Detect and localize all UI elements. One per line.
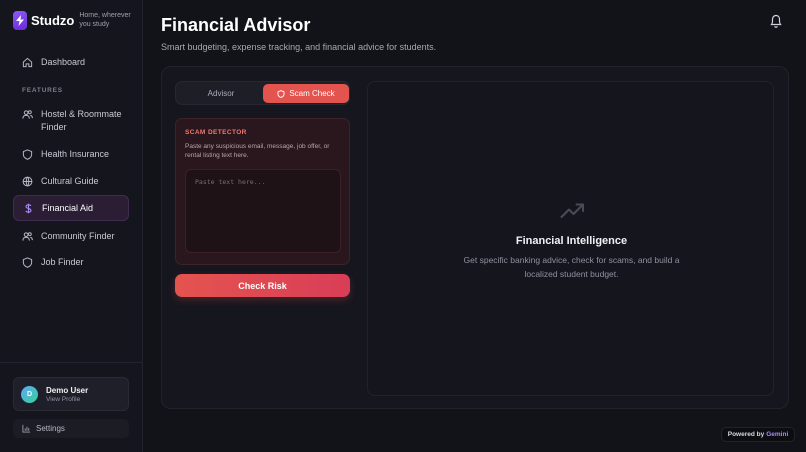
sidebar-item-label: Dashboard	[41, 57, 86, 67]
brand-name: Studzo	[31, 13, 75, 28]
sidebar: Studzo Home, wherever you study Dashboar…	[0, 0, 143, 452]
home-icon	[22, 57, 33, 68]
sidebar-item-label: Job Finder	[41, 257, 84, 267]
financial-intelligence-panel: Financial Intelligence Get specific bank…	[367, 81, 774, 396]
sidebar-item-label: Financial Aid	[42, 203, 94, 213]
brand-tagline: Home, wherever you study	[79, 12, 131, 28]
shield-icon	[22, 148, 33, 160]
settings-label: Settings	[36, 424, 65, 433]
globe-icon	[22, 176, 33, 187]
tab-scam-check[interactable]: Scam Check	[263, 84, 349, 103]
powered-by-badge: Powered by Gemini	[721, 427, 795, 442]
users-icon	[22, 109, 33, 120]
intelligence-description: Get specific banking advice, check for s…	[463, 255, 680, 279]
tab-label: Advisor	[207, 89, 235, 98]
lightning-icon	[13, 11, 27, 30]
sidebar-item-job-finder[interactable]: Job Finder	[13, 249, 129, 275]
powered-brand: Gemini	[766, 431, 789, 438]
settings-button[interactable]: Settings	[13, 419, 129, 438]
sidebar-item-community-finder[interactable]: Community Finder	[13, 223, 129, 249]
shield-icon	[277, 89, 285, 98]
page-title: Financial Advisor	[161, 15, 311, 35]
sidebar-item-label: Community Finder	[41, 231, 115, 241]
trending-up-icon	[560, 202, 585, 219]
sidebar-item-label: Cultural Guide	[41, 176, 99, 186]
tab-advisor[interactable]: Advisor	[178, 84, 264, 103]
tab-label: Scam Check	[289, 89, 335, 98]
bar-chart-icon	[22, 424, 31, 433]
users-icon	[22, 231, 33, 242]
sidebar-item-hostel[interactable]: Hostel & Roommate Finder	[13, 106, 129, 136]
user-name: Demo User	[46, 385, 89, 395]
shield-icon	[22, 256, 33, 268]
user-profile-card[interactable]: D Demo User View Profile	[13, 377, 129, 411]
sidebar-item-label: Health Insurance	[41, 149, 110, 159]
scam-text-input[interactable]	[185, 169, 341, 253]
brand[interactable]: Studzo Home, wherever you study	[13, 11, 141, 30]
check-risk-button[interactable]: Check Risk	[175, 274, 350, 297]
section-label-features: FEATURES	[22, 87, 63, 94]
tab-bar: Advisor Scam Check	[175, 81, 350, 105]
sidebar-item-financial-aid[interactable]: Financial Aid	[13, 195, 129, 221]
sidebar-item-dashboard[interactable]: Dashboard	[13, 49, 129, 75]
powered-prefix: Powered by	[727, 431, 765, 438]
intelligence-title: Financial Intelligence	[515, 235, 628, 247]
sidebar-divider	[0, 362, 143, 363]
bell-icon[interactable]	[769, 13, 783, 29]
scam-detector-title: SCAM DETECTOR	[185, 129, 247, 136]
dollar-icon	[23, 203, 34, 214]
page-subtitle: Smart budgeting, expense tracking, and f…	[161, 42, 437, 52]
scam-detector-description: Paste any suspicious email, message, job…	[185, 143, 330, 159]
scam-detector-card: SCAM DETECTOR Paste any suspicious email…	[175, 118, 350, 265]
sidebar-item-cultural-guide[interactable]: Cultural Guide	[13, 168, 129, 194]
view-profile-link[interactable]: View Profile	[46, 396, 88, 403]
avatar: D	[21, 385, 38, 403]
sidebar-item-label: Hostel & Roommate Finder	[41, 109, 122, 132]
sidebar-item-health-insurance[interactable]: Health Insurance	[13, 141, 129, 167]
